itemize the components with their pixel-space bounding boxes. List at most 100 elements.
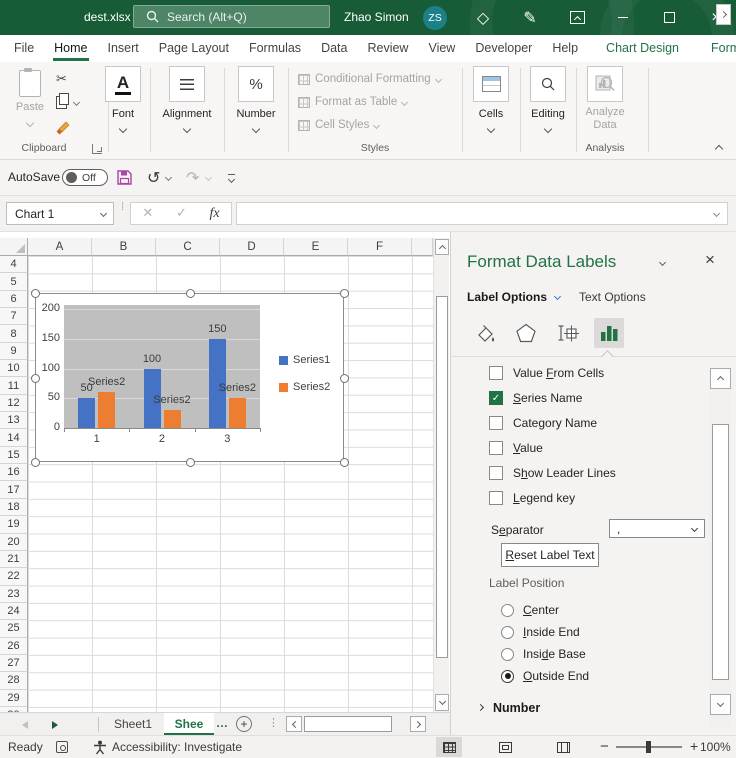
legend-item-series2[interactable]: Series2 [279,381,330,393]
tab-help[interactable]: Help [542,35,588,62]
collapse-ribbon-icon[interactable] [715,145,723,153]
vertical-scrollbar[interactable] [433,238,449,712]
copy-button[interactable] [56,96,79,109]
row-header-25[interactable]: 25 [0,620,28,637]
radio-inside-base[interactable]: Inside Base [501,646,586,662]
tab-insert[interactable]: Insert [98,35,149,62]
checkbox-category-name[interactable]: Category Name [489,414,597,432]
clipboard-dialog-launcher[interactable] [92,144,102,154]
tab-formulas[interactable]: Formulas [239,35,311,62]
font-button[interactable]: A [105,66,141,102]
tab-chart-design[interactable]: Chart Design [596,35,689,62]
save-button[interactable] [116,160,133,195]
tab-format[interactable]: Format [701,35,736,62]
row-header-26[interactable]: 26 [0,638,28,655]
effects-icon[interactable] [511,318,541,348]
row-header-27[interactable]: 27 [0,655,28,672]
tab-home[interactable]: Home [44,35,97,62]
row-header-24[interactable]: 24 [0,603,28,620]
embedded-chart[interactable]: 05010015020012350100150Series2Series2Ser… [35,293,344,462]
bar-series1-category-1[interactable] [78,398,95,428]
name-box[interactable]: Chart 1 [6,202,114,225]
row-header-12[interactable]: 12 [0,395,28,412]
undo-dropdown[interactable] [166,160,171,195]
row-header-19[interactable]: 19 [0,516,28,533]
data-label-series1-category-2[interactable]: 100 [122,353,182,365]
sheet-tab-active[interactable]: Shee [164,713,214,735]
zoom-out-button[interactable]: − [600,736,609,757]
autosave-toggle[interactable]: Off [62,169,108,186]
tab-scrollbar-thumb[interactable] [304,716,392,732]
customize-qat-button[interactable] [228,160,235,195]
page-break-view-button[interactable] [550,737,576,757]
checkbox-legend-key[interactable]: Legend key [489,489,575,507]
tab-text-options[interactable]: Text Options [579,290,646,304]
chevron-down-icon[interactable] [544,125,552,133]
cut-button[interactable]: ✂ [56,72,67,87]
column-header-f[interactable]: F [348,238,412,256]
editing-button[interactable] [530,66,566,102]
fill-line-icon[interactable] [469,318,499,348]
row-header-18[interactable]: 18 [0,499,28,516]
tab-review[interactable]: Review [357,35,418,62]
resize-handle[interactable] [340,374,349,383]
row-header-29[interactable]: 29 [0,690,28,707]
pane-scroll-down-button[interactable] [710,694,731,715]
row-header-15[interactable]: 15 [0,447,28,464]
tab-data[interactable]: Data [311,35,357,62]
row-header-9[interactable]: 9 [0,343,28,360]
accessibility-status[interactable]: Accessibility: Investigate [112,736,242,758]
tab-scroll-right-button[interactable] [410,716,426,732]
sheet-options-icon[interactable]: ⋮ [268,716,279,729]
sheet-tab-sheet1[interactable]: Sheet1 [102,713,164,735]
bar-series2-category-2[interactable] [164,410,181,428]
chevron-down-icon[interactable] [713,210,720,217]
premium-gem-icon[interactable]: ◇ [464,0,502,35]
row-header-13[interactable]: 13 [0,412,28,429]
maximize-button[interactable] [650,0,688,35]
resize-handle[interactable] [186,289,195,298]
macro-record-icon[interactable] [56,741,68,753]
row-header-23[interactable]: 23 [0,586,28,603]
label-options-icon[interactable] [594,318,624,348]
radio-inside-end[interactable]: Inside End [501,624,580,640]
pane-options-icon[interactable] [659,259,666,266]
tab-overflow-button[interactable] [716,4,731,25]
resize-handle[interactable] [31,289,40,298]
data-label-series1-category-3[interactable]: 150 [187,323,247,335]
column-header-e[interactable]: E [284,238,348,256]
page-layout-view-button[interactable] [492,737,518,757]
row-header-8[interactable]: 8 [0,325,28,342]
insert-function-button[interactable]: fx [210,206,220,222]
chevron-down-icon[interactable] [252,125,260,133]
bar-series2-category-3[interactable] [229,398,246,428]
chevron-down-icon[interactable] [119,125,127,133]
minimize-button[interactable] [604,0,642,35]
scrollbar-thumb[interactable] [436,296,448,658]
size-properties-icon[interactable] [553,318,583,348]
number-button[interactable]: % [238,66,274,102]
zoom-percentage[interactable]: 100% [700,736,730,758]
row-header-6[interactable]: 6 [0,291,28,308]
ribbon-display-options-icon[interactable] [558,0,596,35]
cells-button[interactable] [473,66,509,102]
row-header-5[interactable]: 5 [0,273,28,290]
avatar[interactable]: ZS [423,6,447,30]
data-label-series2-category-3[interactable]: Series2 [207,382,267,394]
scroll-up-button[interactable] [435,239,449,255]
column-header-a[interactable]: A [28,238,92,256]
pane-scrollbar-thumb[interactable] [712,424,729,680]
row-header-4[interactable]: 4 [0,256,28,273]
select-all-corner[interactable] [0,238,28,256]
row-header-20[interactable]: 20 [0,534,28,551]
checkbox-value-from-cells[interactable]: Value From Cells [489,364,604,382]
number-section-chevron-icon[interactable] [477,704,484,711]
formula-bar-handle[interactable]: ⁞ [121,205,124,210]
checkbox-series-name[interactable]: ✓Series Name [489,389,582,407]
resize-handle[interactable] [31,374,40,383]
radio-outside-end[interactable]: Outside End [501,668,589,684]
checkbox-show-leader-lines[interactable]: Show Leader Lines [489,464,616,482]
column-header-partial[interactable] [412,238,433,256]
normal-view-button[interactable] [436,737,462,757]
paste-button[interactable]: Paste [8,70,52,136]
